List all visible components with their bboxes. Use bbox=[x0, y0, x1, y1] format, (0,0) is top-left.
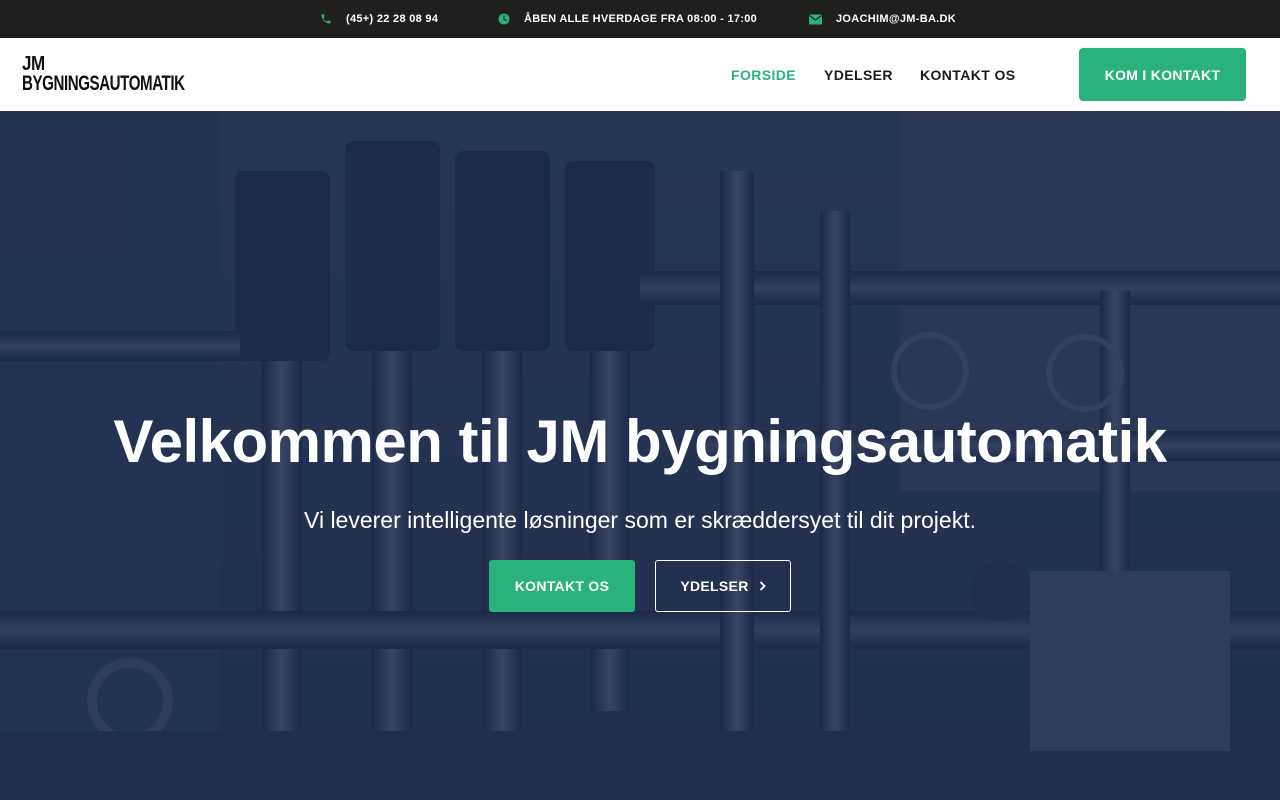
nav-item-kontakt-os[interactable]: KONTAKT OS bbox=[920, 38, 1016, 111]
topbar-hours-text: ÅBEN ALLE HVERDAGE FRA 08:00 - 17:00 bbox=[524, 13, 758, 25]
hero-subtitle: Vi leverer intelligente løsninger som er… bbox=[304, 507, 976, 533]
nav-item-forside[interactable]: FORSIDE bbox=[731, 38, 796, 111]
envelope-icon bbox=[809, 14, 822, 25]
topbar-phone[interactable]: (45+) 22 28 08 94 bbox=[320, 0, 438, 38]
logo-line-2: BYGNINGSAUTOMATIK bbox=[22, 72, 185, 95]
topbar-email-text: JOACHIM@JM-BA.DK bbox=[836, 13, 957, 25]
topbar-phone-text: (45+) 22 28 08 94 bbox=[346, 13, 439, 25]
topbar-hours: ÅBEN ALLE HVERDAGE FRA 08:00 - 17:00 bbox=[498, 0, 757, 38]
clock-icon bbox=[498, 13, 510, 25]
site-logo[interactable]: JM BYGNINGSAUTOMATIK bbox=[15, 49, 235, 99]
chevron-right-icon bbox=[759, 578, 766, 594]
nav-item-ydelser[interactable]: YDELSER bbox=[824, 38, 893, 111]
site-header: JM BYGNINGSAUTOMATIK FORSIDE YDELSER KON… bbox=[0, 38, 1280, 111]
logo-text: JM BYGNINGSAUTOMATIK bbox=[22, 54, 248, 94]
ydelser-button-label: YDELSER bbox=[680, 578, 749, 594]
kontakt-os-button[interactable]: KONTAKT OS bbox=[489, 560, 635, 612]
hero-title: Velkommen til JM bygningsautomatik bbox=[113, 408, 1167, 475]
hero-section: Velkommen til JM bygningsautomatik Vi le… bbox=[0, 111, 1280, 800]
topbar-email[interactable]: JOACHIM@JM-BA.DK bbox=[809, 0, 956, 38]
logo-line-1: JM bbox=[22, 53, 45, 75]
phone-icon bbox=[320, 13, 332, 25]
kom-i-kontakt-button[interactable]: KOM I KONTAKT bbox=[1079, 48, 1246, 101]
top-info-bar: (45+) 22 28 08 94 ÅBEN ALLE HVERDAGE FRA… bbox=[0, 0, 1280, 38]
ydelser-button[interactable]: YDELSER bbox=[655, 560, 791, 612]
